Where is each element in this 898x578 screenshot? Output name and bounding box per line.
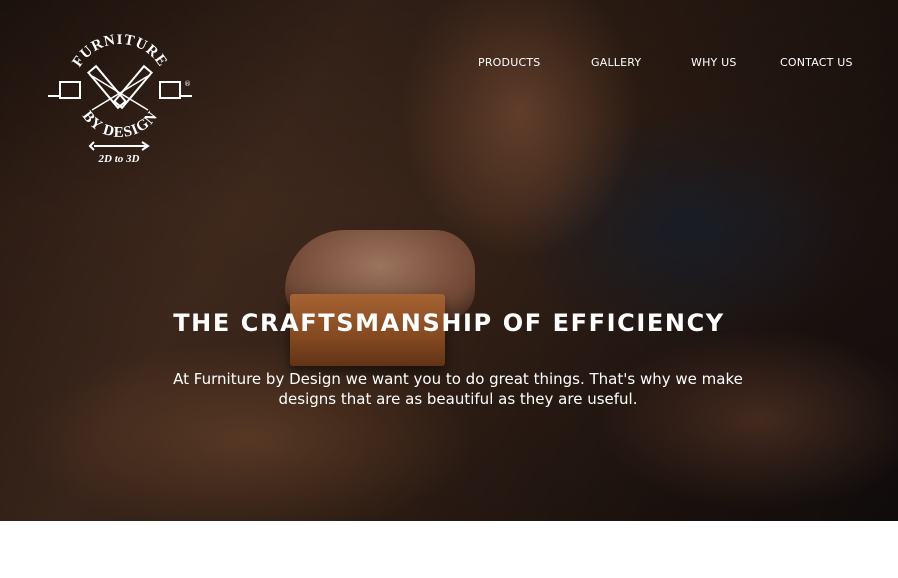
svg-text:BY DESIGN: BY DESIGN <box>79 108 161 141</box>
hero-subtext: At Furniture by Design we want you to do… <box>173 370 743 408</box>
crossed-pencils-logo-icon: FURNITURE BY DESIGN ® 2D to 3D <box>48 32 192 165</box>
nav-gallery-link[interactable]: GALLERY <box>591 56 641 69</box>
hero-headline: THE CRAFTSMANSHIP OF EFFICIENCY <box>173 309 725 337</box>
nav-contact-us-link[interactable]: CONTACT US <box>780 56 853 69</box>
logo-bottom-text: BY DESIGN <box>79 108 160 141</box>
logo-tagline: 2D to 3D <box>98 153 140 165</box>
logo-registered-mark: ® <box>184 80 191 88</box>
brand-logo[interactable]: FURNITURE BY DESIGN ® 2D to 3D <box>44 28 194 168</box>
main-navigation: PRODUCTS GALLERY WHY US CONTACT US <box>0 56 898 76</box>
nav-why-us-link[interactable]: WHY US <box>691 56 737 69</box>
nav-products-link[interactable]: PRODUCTS <box>478 56 540 69</box>
